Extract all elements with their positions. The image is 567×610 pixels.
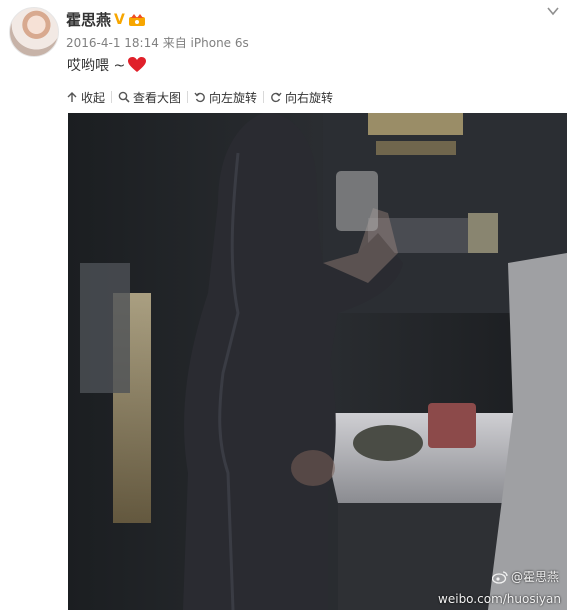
chevron-down-icon[interactable] — [547, 6, 559, 16]
collapse-icon — [67, 92, 77, 102]
view-large-button[interactable]: 查看大图 — [112, 89, 187, 106]
rotate-right-label: 向右旋转 — [285, 90, 334, 105]
username[interactable]: 霍思燕 — [66, 9, 111, 30]
rotate-right-icon — [271, 92, 282, 103]
post-body: 哎哟喂 ~ — [67, 58, 126, 74]
post-source-device[interactable]: iPhone 6s — [191, 36, 249, 50]
post-author[interactable]: 霍思燕 V — [66, 9, 146, 30]
weibo-logo-icon — [491, 570, 508, 584]
image-toolbar: 收起 查看大图 向左旋转 向右旋转 — [66, 88, 339, 106]
rotate-right-button[interactable]: 向右旋转 — [264, 89, 339, 106]
post-photo[interactable]: @霍思燕 weibo.com/huosiyan — [68, 113, 567, 610]
heart-icon — [128, 57, 147, 72]
photo-watermark-name: @霍思燕 — [491, 568, 559, 585]
post-source-prefix: 来自 — [162, 36, 187, 50]
rotate-left-icon — [194, 92, 205, 103]
rotate-left-label: 向左旋转 — [209, 90, 258, 105]
post-meta: 2016-4-1 18:14 来自 iPhone 6s — [66, 34, 249, 51]
view-large-label: 查看大图 — [133, 90, 182, 105]
rotate-left-button[interactable]: 向左旋转 — [188, 89, 263, 106]
photo-watermark-url: weibo.com/huosiyan — [438, 592, 561, 606]
magnifier-icon — [118, 91, 130, 103]
verified-badge: V — [114, 11, 125, 28]
post-text: 哎哟喂 ~ — [67, 55, 147, 75]
collapse-button[interactable]: 收起 — [66, 89, 111, 106]
photo-scene — [68, 113, 567, 610]
avatar[interactable] — [9, 7, 59, 57]
crown-icon — [128, 13, 145, 26]
watermark-handle: @霍思燕 — [510, 570, 559, 584]
collapse-label: 收起 — [81, 90, 106, 105]
post-timestamp[interactable]: 2016-4-1 18:14 — [66, 36, 159, 50]
